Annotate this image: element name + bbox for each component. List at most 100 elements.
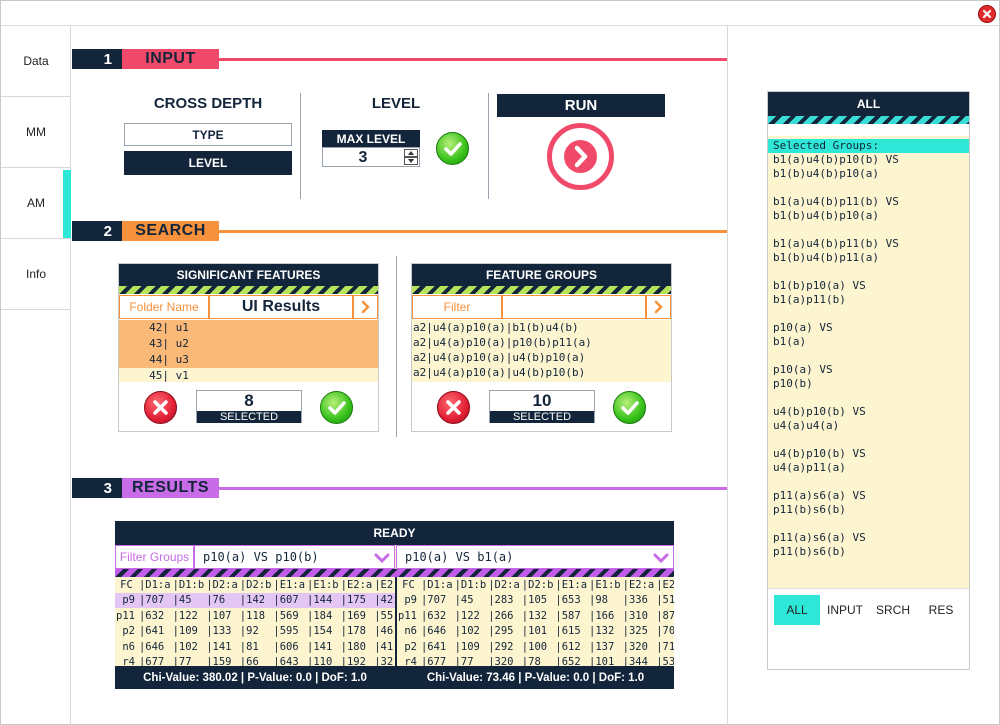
- list-item-name: u3: [175, 353, 189, 366]
- list-item[interactable]: u4(b)p10(b) VS u4(a)u4(a): [773, 405, 968, 447]
- groups-selected-count: 10: [532, 391, 552, 410]
- filter-go-icon[interactable]: [646, 295, 671, 319]
- list-item[interactable]: a2|u4(a)p10(a)|u4(b)p10(b): [412, 365, 671, 380]
- list-item[interactable]: a2|u4(a)p10(a)|u4(b)p10(a): [412, 350, 671, 365]
- table-cell: |132: [521, 609, 548, 622]
- significant-features-list[interactable]: 42| u1 43| u2 44| u3 45| v1: [119, 320, 378, 382]
- level-confirm-check-icon[interactable]: [436, 132, 469, 165]
- table-header: |D1:a: [138, 578, 171, 591]
- table-cell: |66: [239, 656, 259, 666]
- features-selected-counter: 8 SELECTED: [196, 390, 302, 423]
- table-cell: |295: [488, 625, 514, 638]
- list-item[interactable]: p11(a)s6(a) VS p11(b)s6(b): [773, 489, 968, 531]
- max-level-stepper[interactable]: 3: [322, 147, 420, 167]
- features-confirm-check-icon[interactable]: [320, 391, 353, 424]
- right-chi-summary: Chi-Value: 73.46 | P-Value: 0.0 | DoF: 1…: [397, 666, 674, 689]
- table-cell: |70: [656, 625, 674, 638]
- significant-features-panel: SIGNIFICANT FEATURES Folder Name UI Resu…: [118, 263, 379, 432]
- list-item[interactable]: 45| v1: [119, 368, 378, 382]
- folder-go-icon[interactable]: [353, 295, 378, 319]
- max-level-value: 3: [358, 149, 368, 166]
- close-icon[interactable]: [978, 5, 996, 23]
- right-panel-stripe: [768, 116, 969, 124]
- groups-confirm-check-icon[interactable]: [613, 391, 646, 424]
- feature-groups-stripe: [412, 286, 671, 294]
- list-item[interactable]: a2|u4(a)p10(a)|p10(b)p11(a): [412, 335, 671, 350]
- table-row[interactable]: p9 |707 |45 |76 |142 |607 |144 |175 |42: [115, 592, 395, 608]
- list-item[interactable]: p10(a) VS p10(b): [773, 363, 968, 405]
- table-row[interactable]: r4 |677 |77 |159 |66 |643 |110 |192 |32: [115, 655, 395, 666]
- tab-input[interactable]: INPUT: [822, 595, 868, 625]
- table-header: |E1:a: [273, 578, 306, 591]
- folder-name-input[interactable]: UI Results: [209, 295, 353, 319]
- run-button[interactable]: [547, 123, 614, 190]
- list-item[interactable]: u4(b)p10(b) VS u4(a)p11(a): [773, 447, 968, 489]
- table-header: FC: [120, 578, 133, 591]
- tab-data[interactable]: Data: [1, 26, 71, 97]
- section-search-title: SEARCH: [122, 221, 219, 241]
- list-item[interactable]: 44| u3: [119, 352, 378, 368]
- table-row[interactable]: p2 |641 |109 |133 |92 |595 |154 |178 |46: [115, 624, 395, 640]
- table-cell: |607: [272, 592, 307, 608]
- tab-all[interactable]: ALL: [774, 595, 820, 625]
- table-cell: |144: [306, 592, 340, 608]
- stepper-up-icon[interactable]: [404, 149, 418, 157]
- tab-res[interactable]: RES: [918, 595, 964, 625]
- table-cell: p2: [122, 625, 135, 638]
- table-cell: |141: [206, 640, 232, 653]
- section-search-number: 2: [72, 221, 122, 241]
- list-item[interactable]: b1(a)u4(b)p10(b) VS b1(b)u4(b)p10(a): [773, 153, 968, 195]
- left-group-select[interactable]: p10(a) VS p10(b): [194, 545, 395, 569]
- table-cell: |118: [239, 609, 266, 622]
- list-item[interactable]: a2|u4(a)p10(a)|b1(b)u4(b): [412, 320, 671, 335]
- list-item-name: v1: [175, 369, 189, 382]
- table-cell: |45: [454, 594, 474, 607]
- list-item[interactable]: 42| u1: [119, 320, 378, 336]
- group-line: b1(b)u4(b)p11(a): [773, 251, 879, 264]
- tab-mm[interactable]: MM: [1, 97, 71, 168]
- selected-groups-list[interactable]: b1(a)u4(b)p10(b) VS b1(b)u4(b)p10(a) b1(a…: [773, 153, 968, 573]
- groups-clear-x-icon[interactable]: [437, 391, 470, 424]
- left-results-table[interactable]: FC |D1:a |D1:b |D2:a |D2:b |E1:a |E1:b |…: [115, 577, 395, 666]
- group-line: b1(a): [773, 335, 807, 348]
- table-cell: |677: [138, 656, 165, 666]
- table-row[interactable]: p9 |707 |45 |283 |105 |653 |98 |336 |51: [397, 593, 674, 609]
- type-button[interactable]: TYPE: [124, 123, 292, 146]
- results-panel: READY Filter Groups p10(a) VS p10(b) p10…: [115, 521, 674, 689]
- section-input-line: [219, 58, 727, 61]
- right-group-select[interactable]: p10(a) VS b1(a): [396, 545, 674, 569]
- table-cell: |336: [622, 594, 648, 607]
- list-item[interactable]: p11(a)s6(a) VS p11(b)s6(b): [773, 531, 968, 573]
- table-row[interactable]: p2 |641 |109 |292 |100 |612 |137 |320 |7…: [397, 639, 674, 655]
- right-results-table[interactable]: FC |D1:a |D1:b |D2:a |D2:b |E1:a |E1:b |…: [397, 577, 674, 666]
- feature-groups-list[interactable]: a2|u4(a)p10(a)|b1(b)u4(b) a2|u4(a)p10(a)…: [412, 320, 671, 382]
- table-row[interactable]: r4 |677 |77 |320 |78 |652 |101 |344 |53: [397, 655, 674, 666]
- list-item[interactable]: 43| u2: [119, 336, 378, 352]
- group-line: p10(b): [773, 377, 813, 390]
- feature-groups-panel: FEATURE GROUPS Filter a2|u4(a)p10(a)|b1(…: [411, 263, 672, 432]
- list-item[interactable]: b1(a)u4(b)p11(b) VS b1(b)u4(b)p11(a): [773, 237, 968, 279]
- table-row[interactable]: p11 |632 |122 |107 |118 |569 |184 |169 |…: [115, 608, 395, 624]
- filter-label: Filter: [412, 295, 502, 319]
- list-item-number: 45|: [149, 369, 169, 382]
- features-clear-x-icon[interactable]: [144, 391, 177, 424]
- tab-srch[interactable]: SRCH: [870, 595, 916, 625]
- table-row[interactable]: n6 |646 |102 |141 |81 |606 |141 |180 |41: [115, 639, 395, 655]
- group-line: p10(a) VS: [773, 363, 833, 376]
- filter-input[interactable]: [502, 295, 646, 319]
- table-cell: |41: [374, 640, 394, 653]
- list-item[interactable]: b1(b)p10(a) VS b1(a)p11(b): [773, 279, 968, 321]
- tab-info[interactable]: Info: [1, 239, 71, 310]
- table-row[interactable]: n6 |646 |102 |295 |101 |615 |132 |325 |7…: [397, 624, 674, 640]
- tab-am[interactable]: AM: [1, 168, 71, 239]
- table-cell: |632: [138, 609, 165, 622]
- list-item[interactable]: b1(a)u4(b)p11(b) VS b1(b)u4(b)p10(a): [773, 195, 968, 237]
- table-cell: |646: [420, 625, 447, 638]
- table-row[interactable]: p11 |632 |122 |266 |132 |587 |166 |310 |…: [397, 608, 674, 624]
- stepper-down-icon[interactable]: [404, 157, 418, 165]
- table-cell: |344: [622, 656, 648, 666]
- active-tab-indicator: [63, 170, 71, 238]
- level-button[interactable]: LEVEL: [124, 151, 292, 175]
- list-item[interactable]: p10(a) VS b1(a): [773, 321, 968, 363]
- table-cell: n6: [122, 640, 135, 653]
